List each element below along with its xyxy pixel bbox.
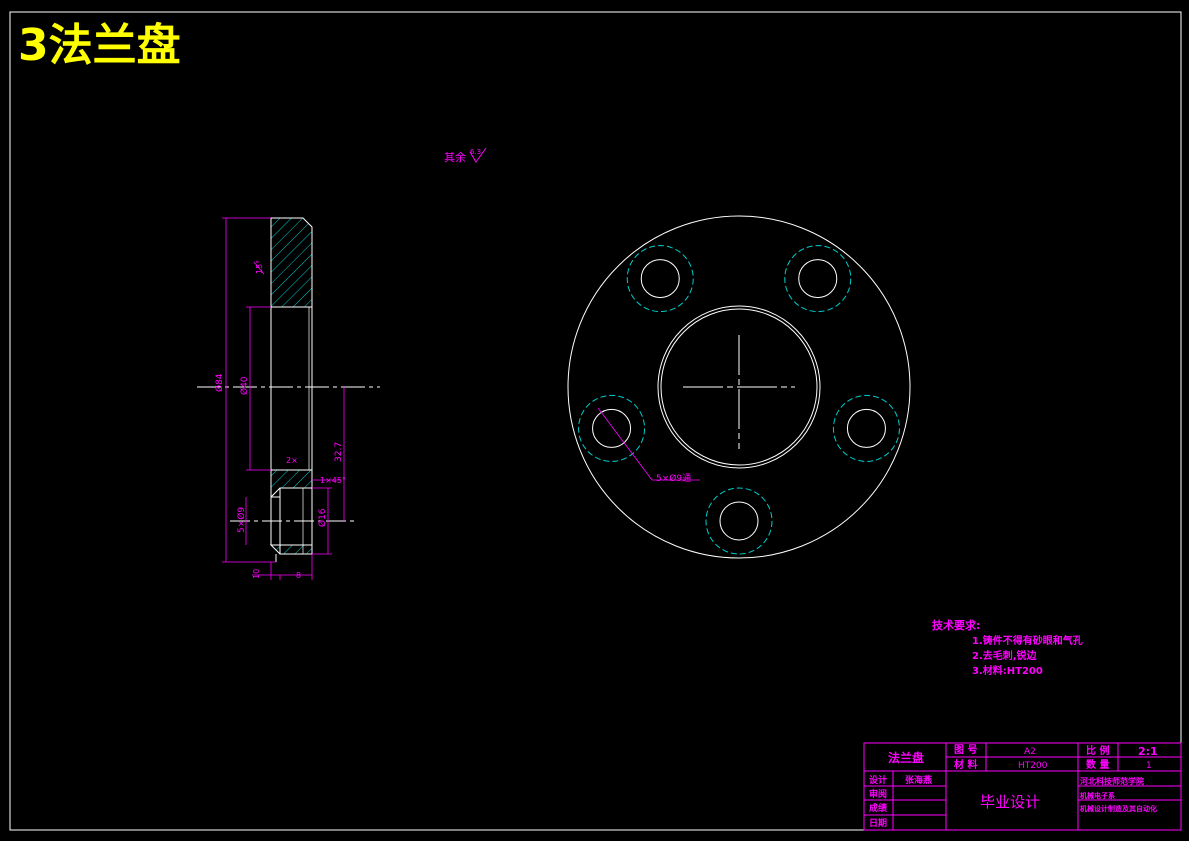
tb-design-label: 设计 <box>869 774 887 786</box>
drawing-title: 3法兰盘 <box>18 20 181 71</box>
tb-scale-label: 比 例 <box>1086 744 1109 757</box>
dim-hole-pattern: 5×Ø9 <box>236 507 247 533</box>
tb-date-label: 日期 <box>869 817 887 829</box>
sheet-border <box>9 11 1182 831</box>
tb-part-name: 法兰盘 <box>888 750 924 765</box>
roughness-note: 其余 6.3 <box>444 147 487 164</box>
tb-drawing-no-label: 图 号 <box>954 744 977 756</box>
tb-material-label: 材 料 <box>954 758 977 771</box>
tech-req-heading: 技术要求: <box>932 618 980 632</box>
tb-scale: 2:1 <box>1138 745 1158 758</box>
bolt-hole-counterbore <box>626 245 694 313</box>
bolt-hole-counterbore <box>784 245 852 313</box>
bolt-hole-counterbore <box>705 487 773 555</box>
roughness-value: 6.3 <box>470 148 481 156</box>
bolt-hole <box>592 408 632 448</box>
tb-material: HT200 <box>1018 761 1048 771</box>
dim-outer-dia: Ø84 <box>214 373 225 392</box>
tb-designer: 张海燕 <box>905 774 932 786</box>
roughness-label: 其余 <box>444 150 466 164</box>
tb-review-label: 审阅 <box>869 788 887 800</box>
bore-region <box>270 306 313 471</box>
bolt-hole <box>846 408 886 448</box>
bolt-hole <box>798 259 838 299</box>
tb-major: 机械设计制造及其自动化 <box>1080 804 1157 813</box>
upper-section-hatch <box>270 217 313 308</box>
tb-qty: 1 <box>1146 761 1152 771</box>
dim-counterbore-angle: 2× <box>286 456 298 465</box>
bolt-hole-counterbore <box>832 394 900 462</box>
dim-inner-dia: Ø40 <box>239 376 250 395</box>
dim-hole-dia: Ø16 <box>317 508 328 527</box>
lower-section-hatch <box>270 469 313 499</box>
bolt-hole <box>640 259 680 299</box>
dim-chamfer-angle: 15° <box>255 260 264 274</box>
bolt-hole-counterbore <box>578 394 646 462</box>
tb-project: 毕业设计 <box>980 793 1040 811</box>
tb-dept: 机械电子系 <box>1080 791 1115 800</box>
tech-req-item: 2.去毛刺,锐边 <box>972 649 1038 662</box>
drawing-sheet: 3法兰盘 其余 6.3 Ø84 Ø40 32.7 Ø16 5×Ø9 15° 2×… <box>9 11 1182 831</box>
dim-chamfer: 1×45° <box>320 476 346 485</box>
dim-thickness-a: 10 <box>252 569 261 579</box>
tech-requirements: 技术要求: 1.铸件不得有砂眼和气孔 2.去毛刺,锐边 3.材料:HT200 <box>932 618 1083 677</box>
tech-req-item: 3.材料:HT200 <box>972 664 1043 677</box>
tb-qty-label: 数 量 <box>1086 758 1109 771</box>
hole-callout: 5×Ø9通 <box>656 473 691 484</box>
dim-offset: 32.7 <box>334 442 344 462</box>
bolt-hole <box>719 501 759 541</box>
tb-school: 河北科技师范学院 <box>1080 776 1144 786</box>
tb-grade-label: 成绩 <box>869 802 887 814</box>
front-view: 5×Ø9通 <box>567 215 911 559</box>
dim-thickness-b: 8 <box>296 571 301 580</box>
tech-req-item: 1.铸件不得有砂眼和气孔 <box>972 634 1083 647</box>
tb-drawing-no: A2 <box>1024 747 1036 757</box>
